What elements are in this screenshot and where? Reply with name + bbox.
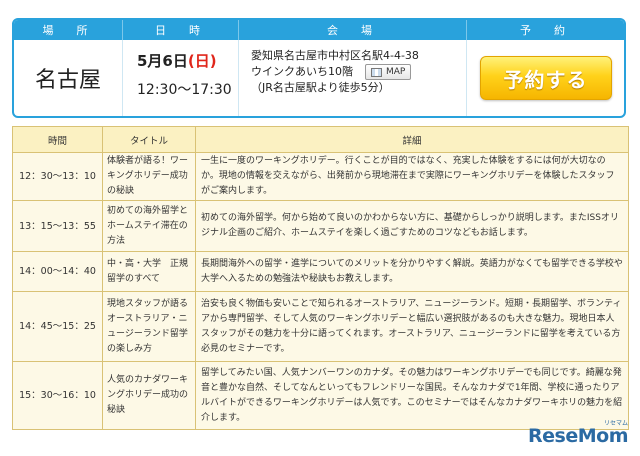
header-reserve: 予 約 [466, 20, 624, 40]
event-weekday: (日) [187, 52, 217, 70]
place-cell: 愛知県名古屋市中村区名駅4-4-38 ウインクあいち10階 MAP （JR名古屋… [238, 40, 466, 116]
header-venue: 場 所 [42, 24, 94, 37]
venue-city: 名古屋 [34, 68, 101, 93]
session-time: 12：30〜13：10 [12, 152, 103, 201]
column-header-title: タイトル [102, 126, 196, 153]
session-time: 14：00〜14：40 [12, 251, 103, 292]
access-text: （JR名古屋駅より徒歩5分） [251, 81, 390, 94]
header-datetime: 日 時 [122, 20, 238, 40]
session-title: 現地スタッフが語るオーストラリア・ニュージーランド留学の楽しみ方 [102, 291, 196, 362]
map-button[interactable]: MAP [365, 64, 412, 80]
resemom-logo-text: ReseMom [528, 425, 628, 447]
reserve-cell: 予約する [466, 40, 624, 116]
schedule-table: 時間 タイトル 詳細 12：30〜13：10 体験者が語る！ワーキングホリデー成… [12, 126, 629, 430]
resemom-logo: リセマム ReseMom [528, 420, 628, 447]
building-text: ウインクあいち10階 [251, 65, 353, 78]
reserve-button[interactable]: 予約する [479, 56, 612, 100]
resemom-logo-sub: リセマム [603, 420, 628, 427]
column-header-detail: 詳細 [195, 126, 629, 153]
address-text: 愛知県名古屋市中村区名駅4-4-38 [251, 49, 419, 62]
session-title: 初めての海外留学とホームステイ滞在の方法 [102, 200, 196, 252]
event-time: 12:30〜17:30 [137, 82, 232, 98]
session-time: 15：30〜16：10 [12, 361, 103, 430]
date-cell: 5月6日(日) 12:30〜17:30 [122, 40, 238, 116]
session-time: 13：15〜13：55 [12, 200, 103, 252]
event-card: 場 所 日 時 会 場 予 約 名古屋 5月6日(日) 12:30〜17:30 … [12, 18, 626, 118]
session-detail: 留学してみたい国、人気ナンバーワンのカナダ。その魅力はワーキングホリデーでも同じ… [195, 361, 629, 430]
session-title: 人気のカナダワーキングホリデー成功の秘訣 [102, 361, 196, 430]
map-icon [371, 67, 382, 77]
session-title: 体験者が語る！ワーキングホリデー成功の秘訣 [102, 152, 196, 201]
session-title: 中・高・大学 正規留学のすべて [102, 251, 196, 292]
map-button-label: MAP [386, 67, 406, 77]
session-detail: 長期間海外への留学・進学についてのメリットを分かりやすく解説。英語力がなくても留… [195, 251, 629, 292]
event-date: 5月6日 [137, 52, 188, 70]
event-card-header: 場 所 日 時 会 場 予 約 [14, 20, 624, 40]
column-header-time: 時間 [12, 126, 103, 153]
session-detail: 治安も良く物価も安いことで知られるオーストラリア、ニュージーランド。短期・長期留… [195, 291, 629, 362]
table-row: 14：45〜15：25 現地スタッフが語るオーストラリア・ニュージーランド留学の… [12, 291, 629, 362]
session-time: 14：45〜15：25 [12, 291, 103, 362]
table-row: 12：30〜13：10 体験者が語る！ワーキングホリデー成功の秘訣 一生に一度の… [12, 152, 629, 201]
table-row: 14：00〜14：40 中・高・大学 正規留学のすべて 長期間海外への留学・進学… [12, 251, 629, 292]
table-row: 13：15〜13：55 初めての海外留学とホームステイ滞在の方法 初めての海外留… [12, 200, 629, 252]
session-detail: 一生に一度のワーキングホリデー。行くことが目的ではなく、充実した体験をするには何… [195, 152, 629, 201]
header-place: 会 場 [238, 20, 466, 40]
table-row: 15：30〜16：10 人気のカナダワーキングホリデー成功の秘訣 留学してみたい… [12, 361, 629, 430]
session-detail: 初めての海外留学。何から始めて良いのかわからない方に、基礎からしっかり説明します… [195, 200, 629, 252]
